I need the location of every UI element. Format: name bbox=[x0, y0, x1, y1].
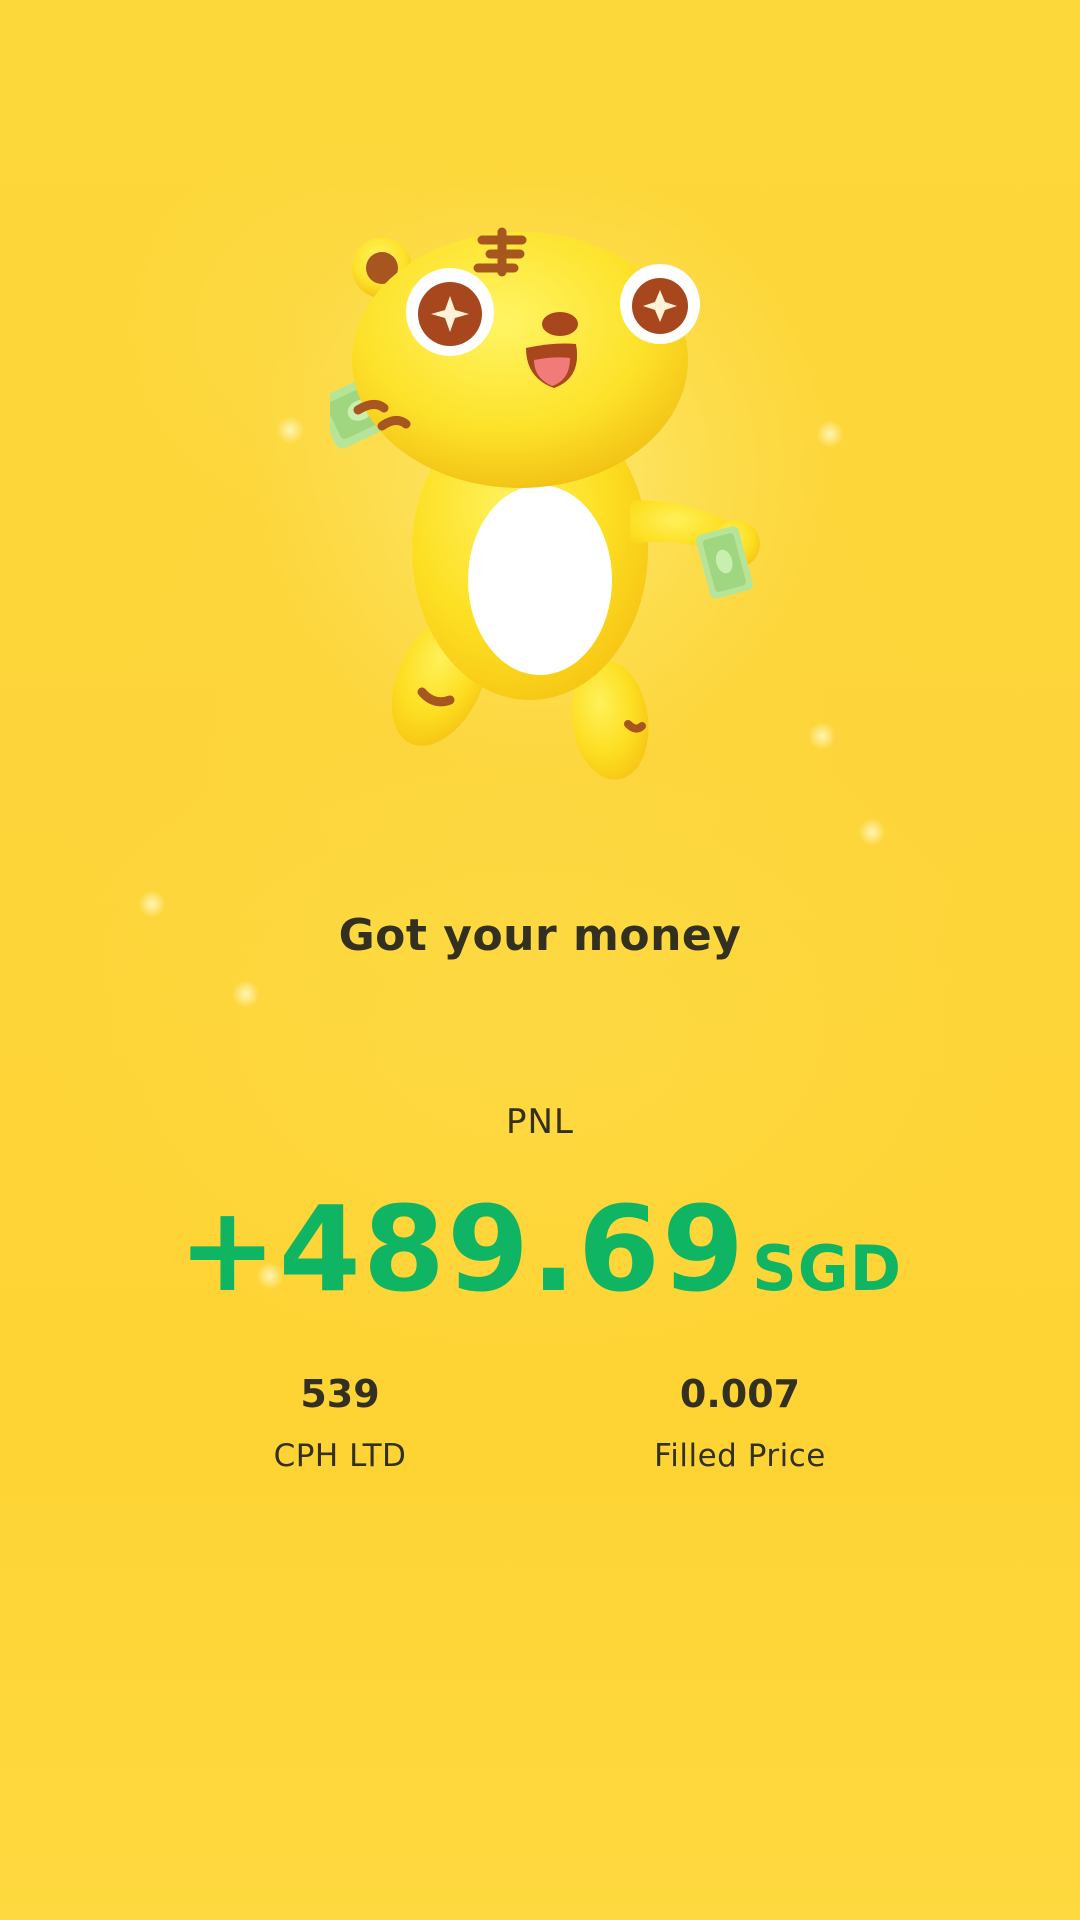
sparkle bbox=[808, 722, 836, 750]
stat-label: Filled Price bbox=[654, 1438, 826, 1474]
stat-value: 539 bbox=[300, 1372, 380, 1416]
stat-filled-price: 0.007 Filled Price bbox=[560, 1372, 920, 1474]
sparkle bbox=[816, 420, 844, 448]
tiger-mascot-illustration bbox=[330, 210, 790, 790]
pnl-amount: +489.69 bbox=[177, 1180, 747, 1318]
pnl-value: +489.69SGD bbox=[0, 1180, 1080, 1318]
pnl-label: PNL bbox=[506, 1102, 574, 1142]
sparkle bbox=[858, 818, 886, 846]
page-title: Got your money bbox=[338, 910, 742, 961]
sparkle bbox=[232, 980, 260, 1008]
sparkle bbox=[276, 416, 304, 444]
pnl-currency: SGD bbox=[752, 1232, 903, 1305]
stat-value: 0.007 bbox=[679, 1372, 801, 1416]
stat-quantity: 539 CPH LTD bbox=[160, 1372, 520, 1474]
stat-label: CPH LTD bbox=[273, 1438, 407, 1474]
